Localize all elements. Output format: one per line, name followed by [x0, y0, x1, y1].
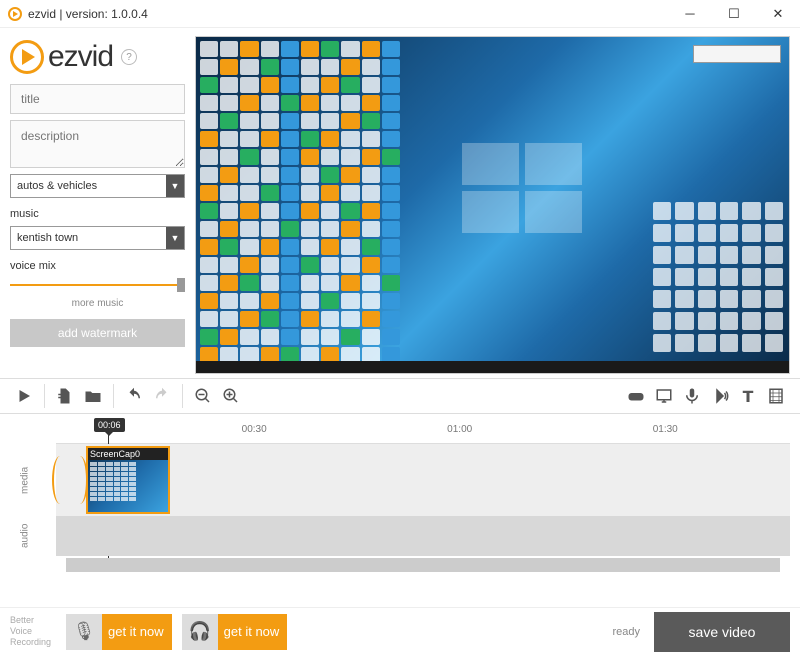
ruler-tick: 01:30 [653, 424, 678, 435]
save-video-button[interactable]: save video [654, 612, 790, 652]
desktop-icons-right [653, 202, 783, 352]
play-button[interactable] [10, 382, 38, 410]
logo-icon [10, 40, 44, 74]
open-folder-button[interactable] [79, 382, 107, 410]
media-track[interactable]: ScreenCap0 [56, 444, 790, 516]
minimize-button[interactable]: ─ [668, 0, 712, 28]
logo-text: ezvid [48, 40, 113, 74]
more-music-link[interactable]: more music [10, 298, 185, 309]
title-bar: ezvid | version: 1.0.0.4 ─ ☐ ✕ [0, 0, 800, 28]
better-voice-label: Better Voice Recording [10, 615, 66, 647]
voicemix-slider[interactable] [10, 280, 185, 290]
toolbar [0, 378, 800, 414]
status-text: ready [612, 626, 640, 638]
microphone-icon[interactable] [678, 382, 706, 410]
scrollbar-thumb[interactable] [66, 558, 780, 572]
help-icon[interactable]: ? [121, 49, 137, 65]
mic-product-icon: 🎙 [66, 614, 102, 650]
audio-track-label: audio [10, 516, 40, 556]
description-input[interactable] [10, 120, 185, 168]
audio-track[interactable] [56, 516, 790, 556]
media-track-label: media [10, 444, 40, 516]
clip-label: ScreenCap0 [88, 448, 168, 460]
headphones-product-icon: 🎧 [182, 614, 218, 650]
film-icon[interactable] [762, 382, 790, 410]
timeline-scrollbar[interactable] [66, 558, 780, 572]
promo-button-1[interactable]: 🎙 get it now [66, 614, 172, 650]
chevron-down-icon: ▼ [166, 227, 184, 249]
close-button[interactable]: ✕ [756, 0, 800, 28]
screen-record-icon[interactable] [650, 382, 678, 410]
redo-button[interactable] [148, 382, 176, 410]
text-icon[interactable] [734, 382, 762, 410]
promo-button-2[interactable]: 🎧 get it now [182, 614, 288, 650]
zoom-out-button[interactable] [189, 382, 217, 410]
left-panel: ezvid ? autos & vehicles ▼ music kentish… [10, 36, 185, 374]
music-label: music [10, 208, 185, 220]
taskbar [196, 361, 789, 373]
maximize-button[interactable]: ☐ [712, 0, 756, 28]
video-clip[interactable]: ScreenCap0 [86, 446, 170, 514]
undo-button[interactable] [120, 382, 148, 410]
voice-synth-icon[interactable] [706, 382, 734, 410]
add-watermark-button[interactable]: add watermark [10, 319, 185, 347]
ruler-tick: 01:00 [447, 424, 472, 435]
zoom-in-button[interactable] [217, 382, 245, 410]
bottom-bar: Better Voice Recording 🎙 get it now 🎧 ge… [0, 607, 800, 655]
category-select[interactable]: autos & vehicles ▼ [10, 174, 185, 198]
popup-window [693, 45, 781, 63]
music-select[interactable]: kentish town ▼ [10, 226, 185, 250]
timeline: 00:06 00:30 01:00 01:30 media audio Scre… [0, 414, 800, 572]
desktop-icons [200, 41, 400, 359]
app-icon [8, 7, 22, 21]
title-input[interactable] [10, 84, 185, 114]
category-value: autos & vehicles [11, 180, 166, 192]
video-preview [195, 36, 790, 374]
add-file-button[interactable] [51, 382, 79, 410]
window-title: ezvid | version: 1.0.0.4 [28, 7, 668, 21]
gamepad-icon[interactable] [622, 382, 650, 410]
music-value: kentish town [11, 232, 166, 244]
logo: ezvid ? [10, 36, 185, 78]
wave-decoration [56, 456, 84, 504]
slider-thumb[interactable] [177, 278, 185, 292]
playhead-time: 00:06 [94, 418, 125, 432]
chevron-down-icon: ▼ [166, 175, 184, 197]
voicemix-label: voice mix [10, 260, 185, 272]
timeline-ruler[interactable]: 00:06 00:30 01:00 01:30 [56, 420, 790, 444]
ruler-tick: 00:30 [242, 424, 267, 435]
